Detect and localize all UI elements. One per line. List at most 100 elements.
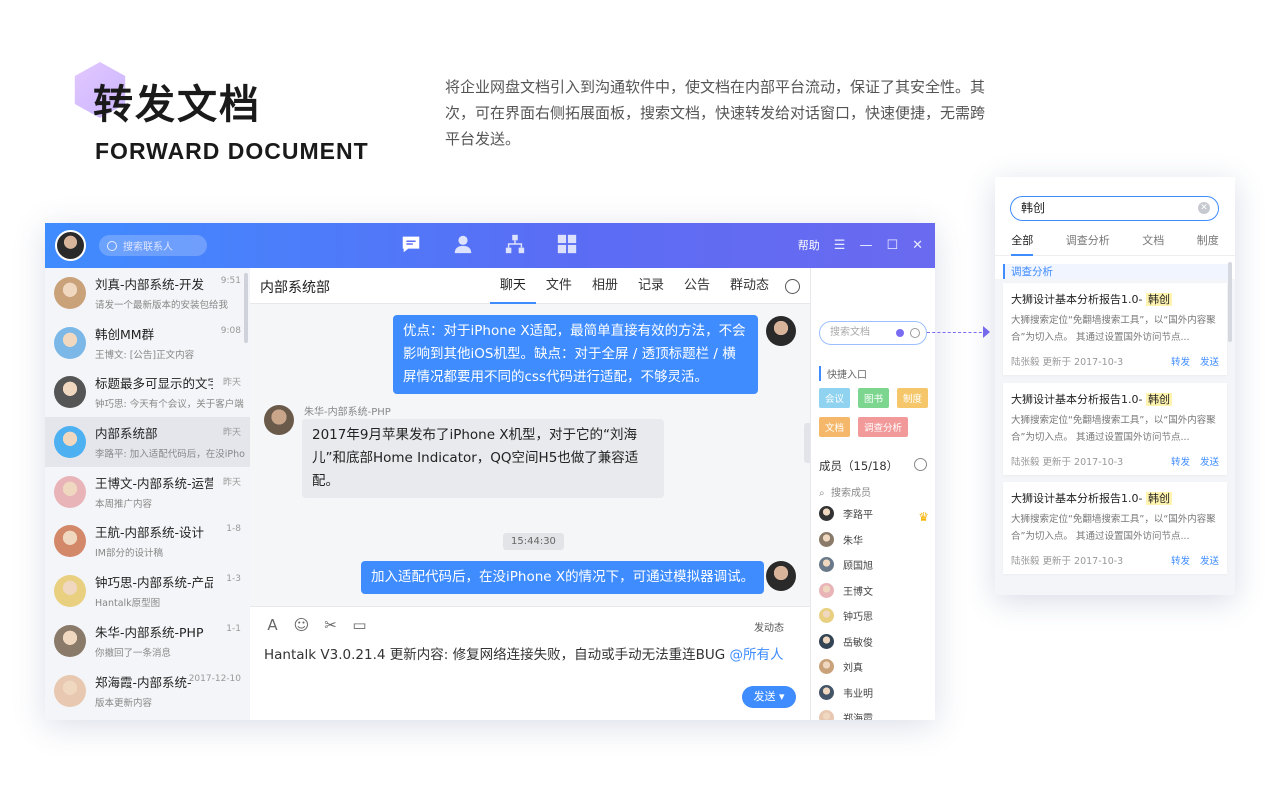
member-item[interactable]: 郑海霞 [819,710,873,720]
doc-result-card[interactable]: 大狮设计基本分析报告1.0- 韩创 大狮搜索定位“免翻墙搜索工具”，以“国外内容聚… [1003,482,1227,574]
doc-title-highlight: 韩创 [1145,492,1172,505]
member-name: 王博文 [843,586,873,598]
members-title: 成员（15/18） [819,459,899,473]
apps-nav-icon[interactable] [556,233,580,257]
screenshot-icon[interactable]: ✂ [322,617,339,634]
folder-icon[interactable]: ▭ [351,617,368,634]
minimize-icon[interactable]: — [859,238,872,253]
menu-icon[interactable]: ☰ [834,238,846,253]
avatar[interactable] [766,316,796,346]
tab-notice[interactable]: 公告 [674,268,720,304]
send-link[interactable]: 发送 [1200,354,1219,368]
quick-entry-tag[interactable]: 制度 [897,388,929,408]
contacts-nav-icon[interactable] [452,233,476,257]
maximize-icon[interactable]: ☐ [886,238,898,253]
avatar [819,710,834,720]
quick-entry-tag[interactable]: 会议 [819,388,851,408]
emoji-icon[interactable]: ☺ [293,617,310,634]
quick-entry-tag[interactable]: 文档 [819,417,851,437]
member-item[interactable]: 李路平 [819,506,873,521]
tab-album[interactable]: 相册 [582,268,628,304]
org-chart-nav-icon[interactable] [504,233,528,257]
doc-search-field[interactable]: 韩创 ✕ [1010,196,1219,221]
results-scrollbar[interactable] [1228,262,1232,342]
contact-search-input[interactable]: 搜索联系人 [99,235,207,256]
conversation-item[interactable]: 朱华-内部系统-PHP 1-1 你撤回了一条消息 [45,616,250,666]
conversation-item[interactable]: 标题最多可显示的文字 昨天 钟巧思: 今天有个会议，关于客户端 [45,367,250,417]
member-item[interactable]: 钟巧思 [819,608,873,623]
avatar[interactable] [766,561,796,591]
member-item[interactable]: 王博文 [819,582,873,598]
avatar [819,608,834,623]
member-item[interactable]: 顾国旭 [819,557,873,572]
post-dynamic-link[interactable]: 发动态 [754,619,784,634]
settings-icon[interactable] [785,278,800,294]
help-link[interactable]: 帮助 [798,237,820,253]
conversation-item[interactable]: 内部系统部 昨天 李路平: 加入适配代码后，在没iPho [45,417,250,467]
font-icon[interactable]: A [264,617,281,634]
member-item[interactable]: 刘真 [819,659,863,674]
quick-entry-tag[interactable]: 图书 [858,388,890,408]
conversation-item[interactable]: 钟巧思-内部系统-产品 1-3 Hantalk原型图 [45,566,250,616]
conversation-item[interactable]: 韩创MM群 9:08 王博文: [公告]正文内容 [45,318,250,368]
tab-history[interactable]: 记录 [628,268,674,304]
tab-group-feed[interactable]: 群动态 [720,268,779,304]
conversation-list: 刘真-内部系统-开发 9:51 请发一个最新版本的安装包给我 韩创MM群 9:08 王博文… [45,268,250,720]
message-bubble[interactable]: 优点：对于iPhone X适配，最简单直接有效的方法，不会影响到其他iOS机型。… [393,315,758,394]
member-item[interactable]: 韦业明 [819,684,873,700]
forward-link[interactable]: 转发 [1171,454,1190,468]
avatar [819,633,834,649]
avatar [54,426,86,459]
member-search[interactable]: ⌕ 搜索成员 [819,484,871,499]
add-member-icon[interactable] [914,458,927,471]
send-link[interactable]: 发送 [1200,553,1219,567]
forward-link[interactable]: 转发 [1171,553,1190,567]
side-panel: 搜索文档 快捷入口 会议 图书 制度 文档 调查分析 成员（15/18） ⌕ 搜索成员 … [810,268,935,720]
chat-panel: 内部系统部 聊天 文件 相册 记录 公告 群动态 优点：对于iPhone X适配… [250,268,810,720]
conversation-name: 标题最多可显示的文字 [95,376,213,392]
doc-result-card[interactable]: 大狮设计基本分析报告1.0- 韩创 大狮搜索定位“免翻墙搜索工具”，以“国外内容聚… [1003,283,1227,375]
tab-files[interactable]: 文件 [536,268,582,304]
conversation-time: 9:51 [220,276,241,286]
tab-policy[interactable]: 制度 [1197,232,1219,256]
member-item[interactable]: 朱华 [819,531,863,547]
avatar [819,506,834,521]
avatar[interactable] [264,405,294,435]
input-text: Hantalk V3.0.21.4 更新内容: 修复网络连接失败，自动或手动无法… [264,647,730,663]
doc-meta: 陆张毅 更新于 2017-10-3 [1011,357,1124,368]
my-avatar[interactable] [55,230,86,261]
doc-description: 大狮搜索定位“免翻墙搜索工具”，以“国外内容聚合”为切入点。 其通过设置国外访问… [1011,315,1216,343]
chat-nav-icon[interactable] [400,233,424,257]
conversation-item[interactable]: 郑海霞-内部系统- 2017-12-10 版本更新内容 [45,666,250,716]
conversation-preview: IM部分的设计稿 [95,548,163,560]
message-bubble[interactable]: 加入适配代码后，在没iPhone X的情况下，可通过模拟器调试。 [361,561,765,594]
message-bubble[interactable]: 2017年9月苹果发布了iPhone X机型，对于它的“刘海儿”和底部Home … [302,419,664,498]
tab-survey[interactable]: 调查分析 [1066,232,1110,256]
quick-entry-tag[interactable]: 调查分析 [858,417,909,437]
conversation-item[interactable]: 刘真-内部系统-开发 9:51 请发一个最新版本的安装包给我 [45,268,250,318]
composer-toolbar: A ☺ ✂ ▭ [264,617,368,634]
conversation-time: 1-3 [226,574,241,585]
message-input[interactable]: Hantalk V3.0.21.4 更新内容: 修复网络连接失败，自动或手动无法… [264,643,784,663]
results-section-title: 调查分析 [1003,264,1228,279]
tab-all[interactable]: 全部 [1011,232,1034,256]
tab-chat[interactable]: 聊天 [489,268,536,304]
send-button[interactable]: 发送 ▾ [742,686,796,708]
member-name: 郑海霞 [843,714,873,720]
tab-docs[interactable]: 文档 [1142,232,1164,256]
doc-title-text: 大狮设计基本分析报告1.0- [1011,492,1146,505]
conversation-item[interactable]: 王博文-内部系统-运营 昨天 本周推广内容 [45,467,250,517]
send-link[interactable]: 发送 [1200,454,1219,468]
chat-title: 内部系统部 [260,280,330,296]
conversation-time: 昨天 [222,378,241,389]
member-item[interactable]: 岳敏俊 [819,633,873,649]
doc-search-input[interactable]: 搜索文档 [819,321,927,345]
doc-result-card[interactable]: 大狮设计基本分析报告1.0- 韩创 大狮搜索定位“免翻墙搜索工具”，以“国外内容聚… [1003,382,1227,475]
forward-link[interactable]: 转发 [1171,354,1190,368]
clear-icon[interactable]: ✕ [1198,202,1210,214]
list-scrollbar[interactable] [244,273,248,343]
conversation-item[interactable]: 王航-内部系统-设计 1-8 IM部分的设计稿 [45,516,250,566]
sender-name: 朱华-内部系统-PHP [304,407,391,418]
avatar [54,376,86,409]
close-icon[interactable]: ✕ [912,238,923,253]
